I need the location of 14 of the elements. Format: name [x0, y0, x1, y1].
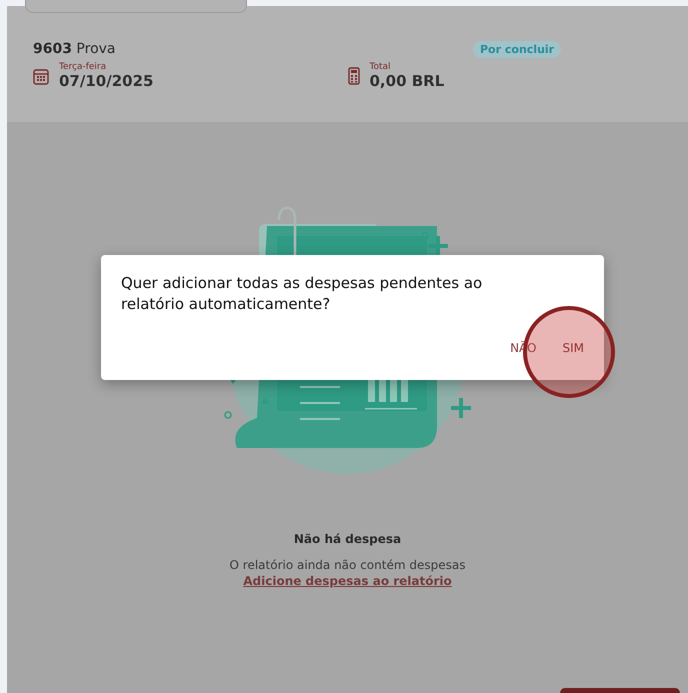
- total-value: 0,00 BRL: [370, 72, 444, 90]
- yes-button[interactable]: SIM: [554, 335, 592, 361]
- add-expenses-link[interactable]: Adicione despesas ao relatório: [243, 574, 452, 588]
- date-label: Terça-feira: [59, 62, 108, 72]
- status-badge: Por concluir: [473, 40, 562, 58]
- calculator-icon: [348, 67, 360, 85]
- calendar-icon: [33, 68, 49, 84]
- total-label: Total: [370, 62, 392, 72]
- empty-state-title: Não há despesa: [294, 532, 402, 546]
- dialog-message: Quer adicionar todas as despesas pendentes ao relatório automaticamente?: [121, 273, 484, 315]
- date-value: 07/10/2025: [59, 72, 154, 90]
- empty-state-message: O relatório ainda não contém despesas: [230, 558, 466, 572]
- action-button[interactable]: [560, 688, 680, 693]
- report-title: 9603 Prova: [33, 41, 116, 57]
